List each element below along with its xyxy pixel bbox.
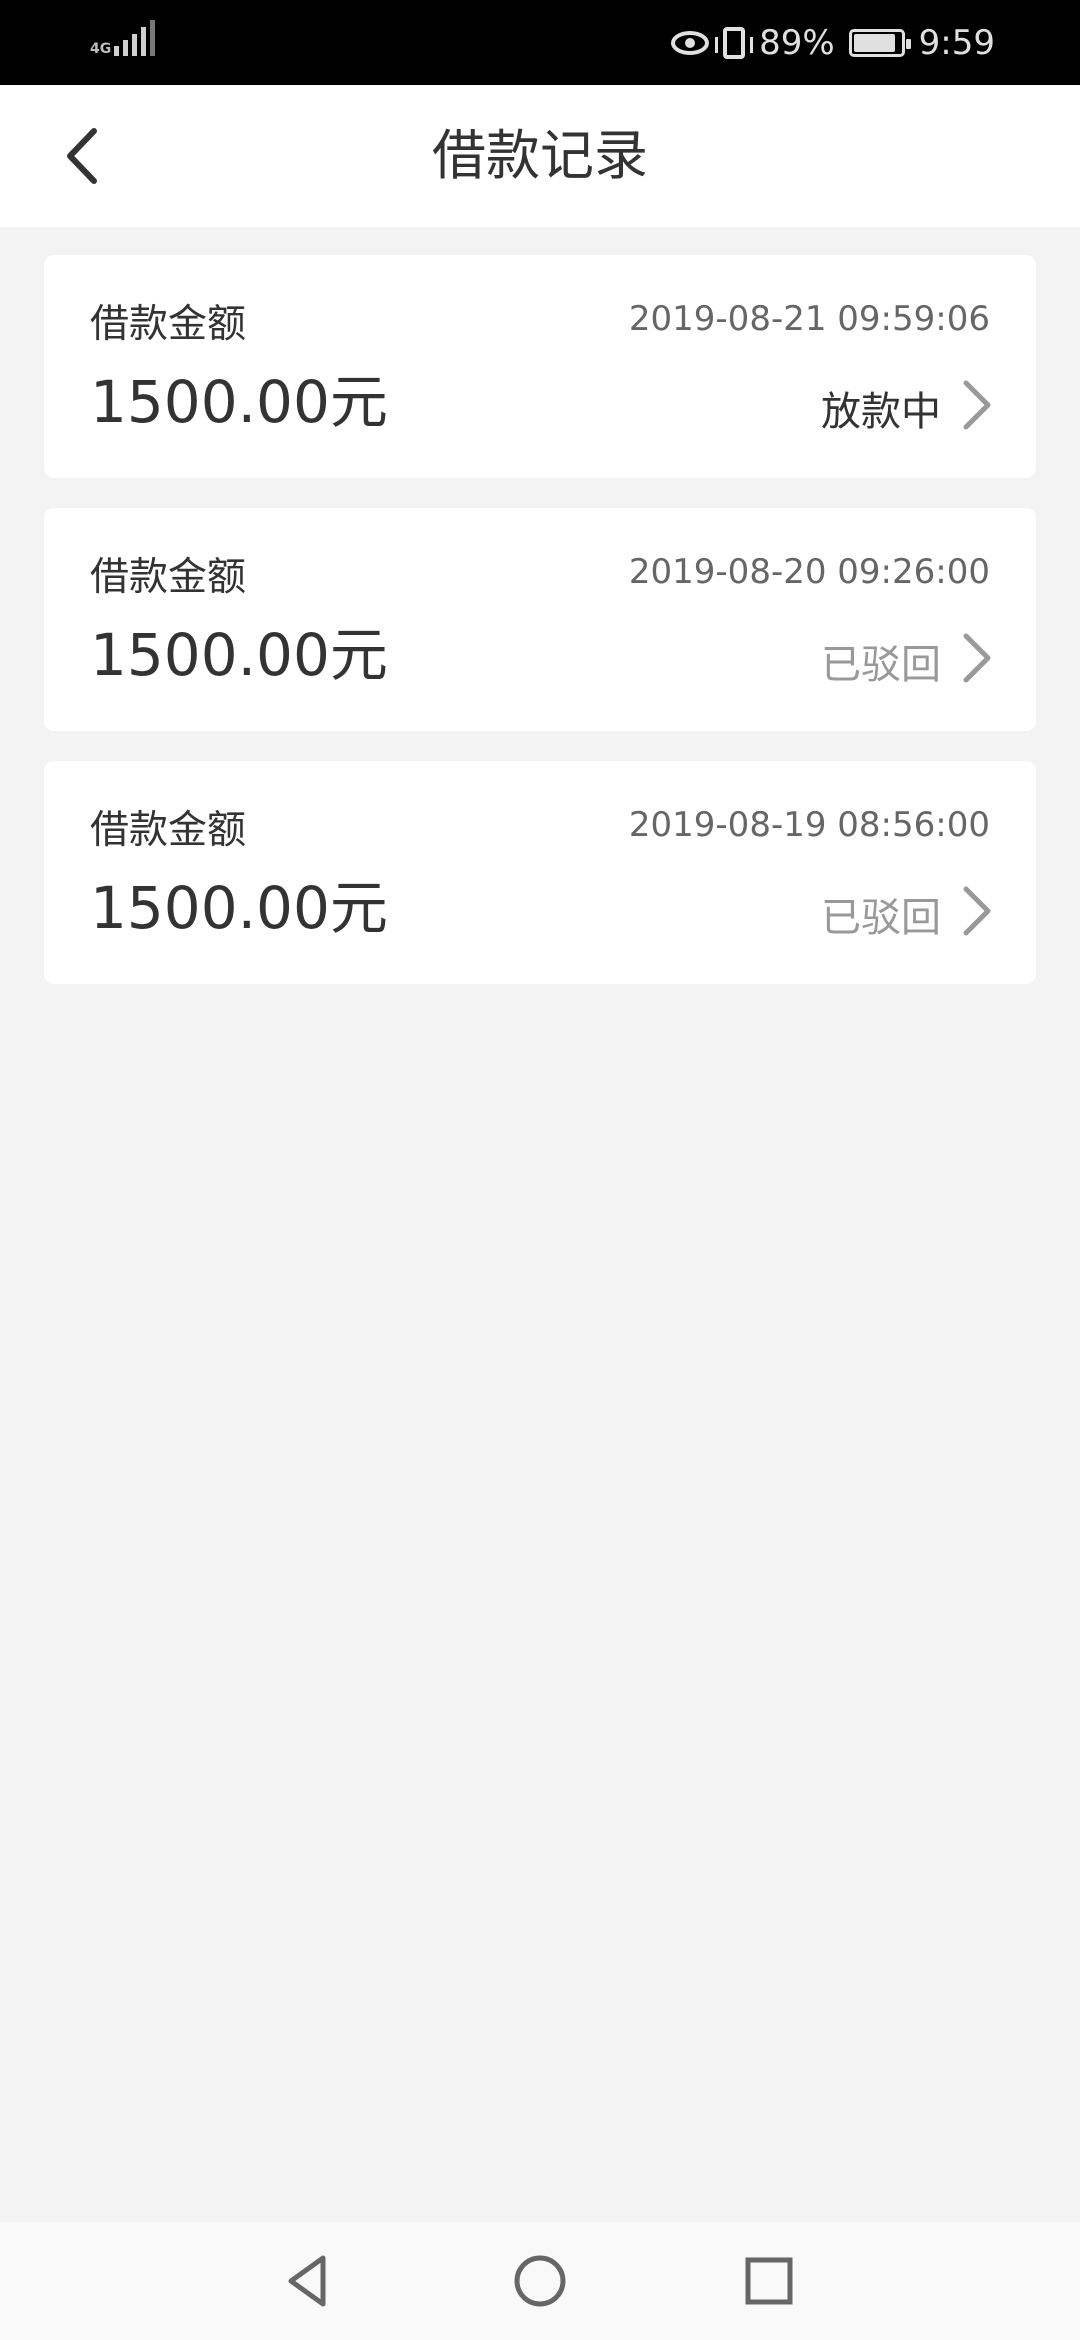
status-bar: 4G 89% 9:59 <box>0 0 1080 85</box>
network-type-label: 4G <box>90 41 112 57</box>
amount-label: 借款金额 <box>90 302 247 347</box>
amount-label: 借款金额 <box>90 808 247 853</box>
record-status: 已驳回 <box>821 642 941 688</box>
chevron-right-icon <box>956 628 996 688</box>
app-header: 借款记录 <box>0 85 1080 227</box>
amount-label: 借款金额 <box>90 555 247 600</box>
amount-value: 1500.00元 <box>90 368 388 436</box>
record-time: 2019-08-20 09:26:00 <box>628 552 990 592</box>
record-status: 放款中 <box>821 389 941 435</box>
network-status: 4G <box>90 20 155 56</box>
chevron-right-icon <box>956 881 996 941</box>
record-status: 已驳回 <box>821 895 941 941</box>
nav-recents-button[interactable] <box>734 2246 804 2316</box>
battery-icon <box>848 28 911 57</box>
circle-home-icon <box>514 2255 566 2307</box>
record-time: 2019-08-19 08:56:00 <box>628 805 990 845</box>
chevron-left-icon <box>67 128 97 184</box>
record-time: 2019-08-21 09:59:06 <box>628 299 990 339</box>
square-recents-icon <box>745 2257 793 2305</box>
nav-back-button[interactable] <box>273 2246 343 2316</box>
chevron-right-icon <box>956 375 996 435</box>
signal-strength-icon <box>114 20 155 56</box>
status-right-group: 89% 9:59 <box>671 0 995 85</box>
amount-value: 1500.00元 <box>90 874 388 942</box>
eye-comfort-icon <box>671 30 710 55</box>
clock: 9:59 <box>918 22 995 63</box>
loan-record-list: 借款金额 1500.00元 2019-08-21 09:59:06 放款中 借款… <box>44 255 1036 1014</box>
triangle-back-icon <box>288 2255 326 2307</box>
amount-value: 1500.00元 <box>90 621 388 689</box>
back-button[interactable] <box>50 121 120 191</box>
page-title: 借款记录 <box>432 124 648 187</box>
system-nav-bar <box>0 2222 1080 2340</box>
loan-record-card[interactable]: 借款金额 1500.00元 2019-08-19 08:56:00 已驳回 <box>44 761 1036 984</box>
battery-fill <box>853 33 895 52</box>
nav-home-button[interactable] <box>505 2246 575 2316</box>
loan-record-card[interactable]: 借款金额 1500.00元 2019-08-21 09:59:06 放款中 <box>44 255 1036 478</box>
battery-percent: 89% <box>759 22 835 63</box>
vibrate-icon <box>715 26 754 59</box>
loan-record-card[interactable]: 借款金额 1500.00元 2019-08-20 09:26:00 已驳回 <box>44 508 1036 731</box>
